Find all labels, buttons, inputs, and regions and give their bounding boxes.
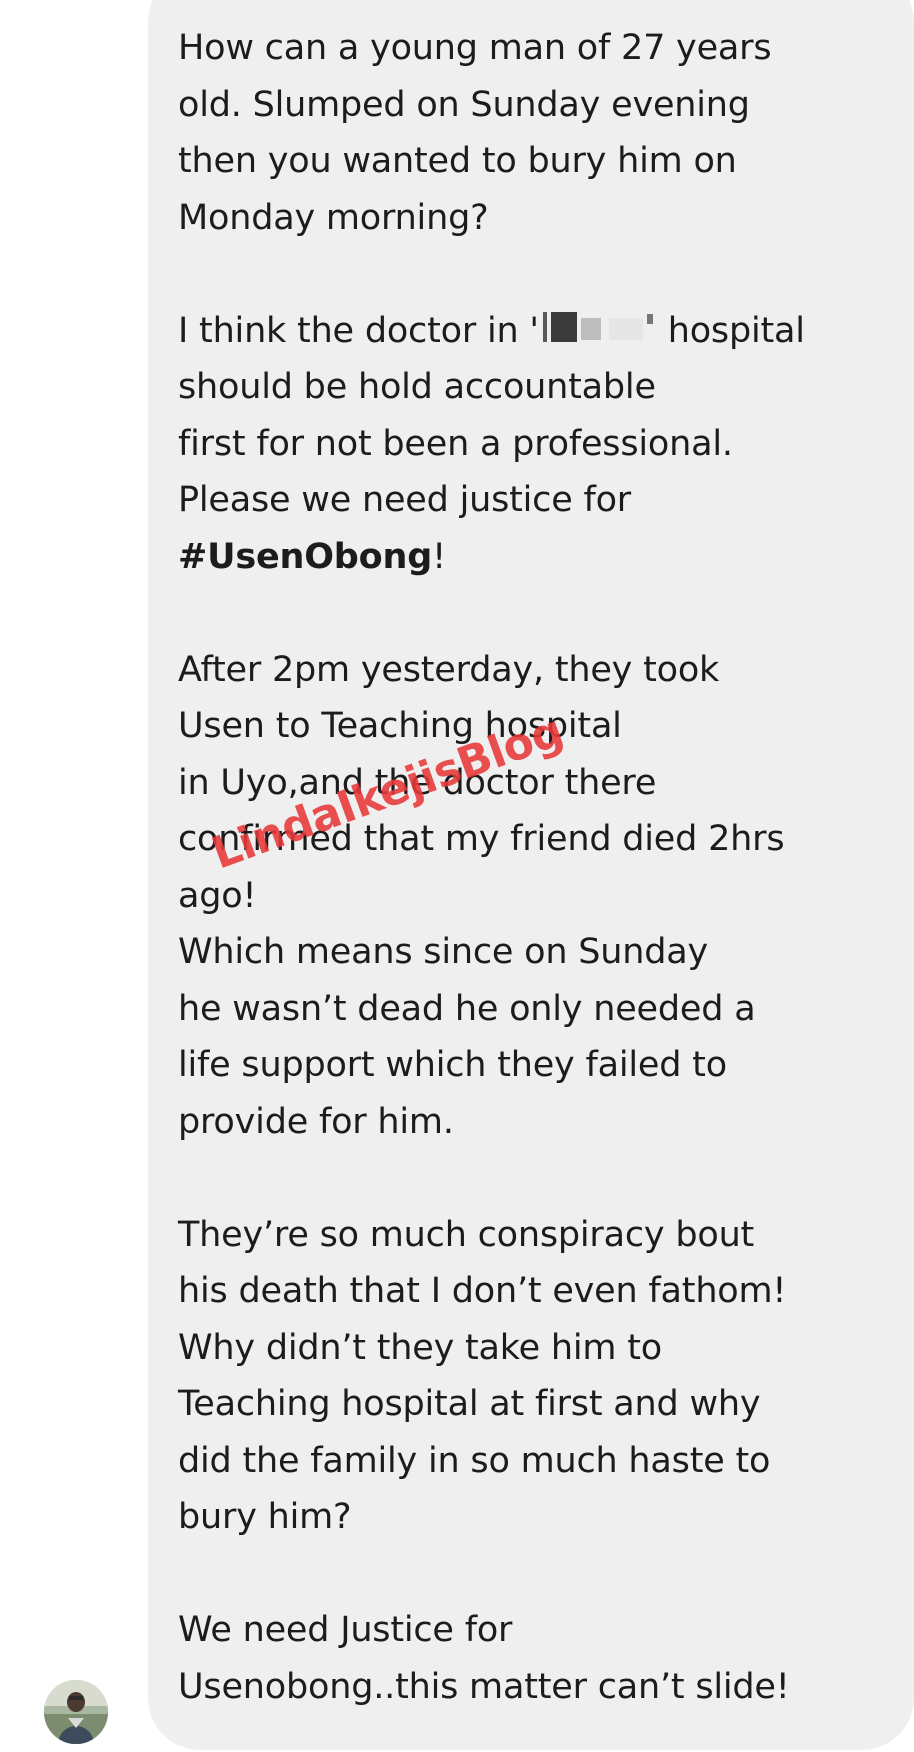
message-line: confirmed that my friend died 2hrs: [178, 819, 785, 859]
message-paragraph-3: After 2pm yesterday, they took Usen to T…: [178, 642, 898, 1151]
message-paragraph-4: They’re so much conspiracy bout his deat…: [178, 1207, 898, 1546]
message-line-start: I think the doctor in ': [178, 310, 539, 351]
message-line: did the family in so much haste to: [178, 1440, 771, 1481]
message-line: his death that I don’t even fathom!: [178, 1271, 787, 1311]
message-line: life support which they failed to: [178, 1045, 727, 1085]
message-line: Please we need justice for: [178, 480, 631, 520]
message-line: ago!: [178, 875, 257, 916]
sender-avatar[interactable]: [44, 1680, 108, 1744]
message-line: How can a young man of 27 years: [178, 28, 772, 68]
message-line: then you wanted to bury him on: [178, 141, 737, 181]
message-line: Teaching hospital at first and why: [178, 1384, 761, 1424]
message-line: Monday morning?: [178, 197, 489, 238]
message-line: After 2pm yesterday, they took: [178, 649, 720, 690]
message-line: first for not been a professional.: [178, 423, 733, 464]
message-line: Usenobong..this matter can’t slide!: [178, 1666, 790, 1707]
avatar-photo-icon: [44, 1680, 108, 1744]
message-line: provide for him.: [178, 1101, 454, 1142]
message-paragraph-5: We need Justice for Usenobong..this matt…: [178, 1602, 898, 1715]
message-line: We need Justice for: [178, 1610, 513, 1650]
message-line: Which means since on Sunday: [178, 932, 709, 972]
message-line: old. Slumped on Sunday evening: [178, 84, 750, 125]
message-line: Why didn’t they take him to: [178, 1327, 662, 1368]
chat-screen: How can a young man of 27 years old. Slu…: [0, 0, 914, 1752]
message-line: he wasn’t dead he only needed a: [178, 988, 756, 1029]
message-line: I think the doctor in ' hospital: [178, 303, 898, 360]
message-line: #UsenObong!: [178, 529, 898, 586]
redacted-hospital-name: [539, 308, 657, 348]
message-line: should be hold accountable: [178, 367, 656, 407]
message-paragraph-2: I think the doctor in ' hospital should …: [178, 303, 898, 586]
message-line-end: hospital: [656, 310, 805, 351]
message-line: bury him?: [178, 1497, 352, 1537]
message-paragraph-1: How can a young man of 27 years old. Slu…: [178, 20, 898, 246]
hashtag-suffix: !: [432, 536, 446, 577]
message-line: Usen to Teaching hospital: [178, 706, 622, 746]
message-line: in Uyo,and the doctor there: [178, 762, 657, 803]
message-text: How can a young man of 27 years old. Slu…: [178, 20, 898, 1715]
hashtag-link[interactable]: #UsenObong: [178, 537, 432, 577]
message-line: They’re so much conspiracy bout: [178, 1214, 755, 1255]
